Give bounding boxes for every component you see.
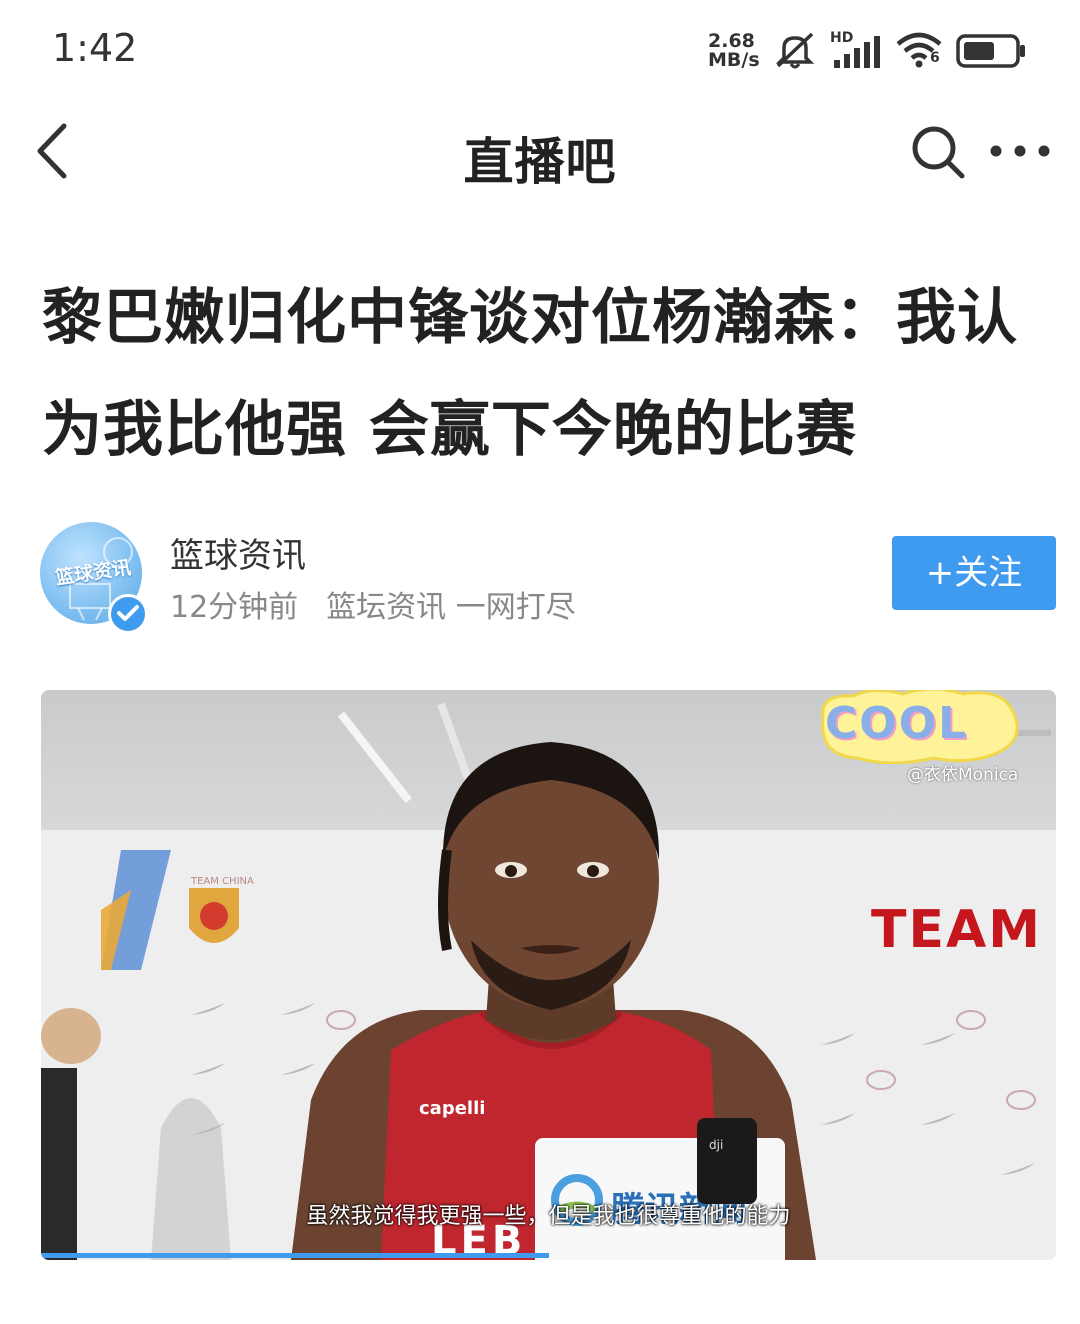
team-china-text: TEAM CHINA	[191, 876, 254, 887]
author-meta: 12分钟前 篮坛资讯 一网打尽	[170, 582, 576, 626]
status-bar: 1:42 2.68 MB/s HD 6	[0, 0, 1080, 100]
network-speed-unit: MB/s	[708, 49, 760, 71]
video-watermark: @衣依Monica	[907, 765, 1019, 785]
microphone-head: dji	[697, 1118, 757, 1204]
video-subtitle: 虽然我觉得我更强一些，但是我也很尊重他的能力	[306, 1204, 791, 1229]
follow-button[interactable]: +关注	[892, 536, 1056, 610]
cool-sticker-text: COOL	[825, 698, 969, 749]
author-name[interactable]: 篮球资讯	[170, 528, 306, 577]
backdrop-team-text: TEAM	[871, 900, 1042, 960]
navigation-bar: 直播吧	[0, 100, 1080, 210]
jersey-brand: capelli	[419, 1098, 486, 1119]
wifi-label: 6	[930, 50, 940, 66]
mute-bell-icon	[775, 32, 815, 69]
battery-icon	[956, 34, 1025, 68]
network-speed: 2.68 MB/s	[708, 32, 760, 70]
search-icon[interactable]	[908, 122, 968, 182]
video-progress-bar[interactable]	[41, 1253, 549, 1258]
post-time: 12分钟前	[170, 590, 299, 625]
video-player[interactable]: TEAM CHINA TEAM capelli LEB 腾讯新闻 dji COO…	[41, 690, 1056, 1260]
signal-icon	[834, 36, 880, 68]
more-icon[interactable]	[988, 136, 1052, 166]
verified-badge-icon	[108, 594, 148, 634]
backdrop-blue-shape	[101, 850, 171, 970]
status-time: 1:42	[52, 26, 138, 70]
article-headline: 黎巴嫩归化中锋谈对位杨瀚森：我认为我比他强 会赢下今晚的比赛	[42, 283, 1018, 465]
author-description: 篮坛资讯 一网打尽	[326, 590, 576, 625]
